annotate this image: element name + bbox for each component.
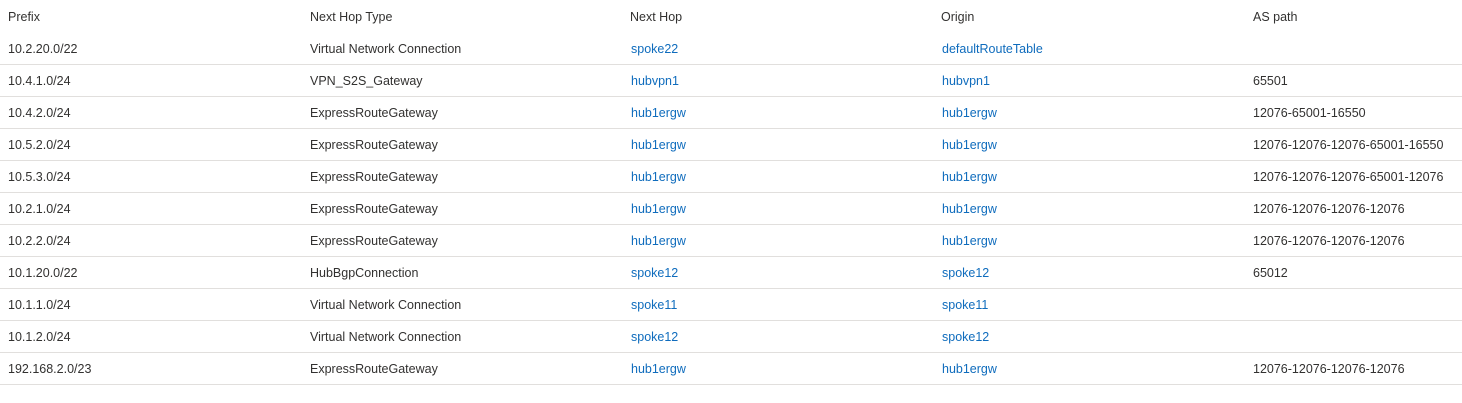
next-hop-type-cell: ExpressRouteGateway	[310, 137, 438, 152]
table-row: 192.168.2.0/23 ExpressRouteGateway hub1e…	[0, 353, 1462, 385]
prefix-cell: 10.5.2.0/24	[8, 137, 71, 152]
prefix-cell: 10.4.1.0/24	[8, 73, 71, 88]
as-path-cell: 12076-12076-12076-65001-12076	[1253, 169, 1444, 184]
as-path-cell: 12076-12076-12076-12076	[1253, 201, 1405, 216]
column-header-next-hop-type[interactable]: Next Hop Type	[310, 10, 622, 24]
table-row: 10.1.2.0/24 Virtual Network Connection s…	[0, 321, 1462, 353]
origin-link[interactable]: hub1ergw	[942, 138, 997, 152]
prefix-cell: 10.4.2.0/24	[8, 105, 71, 120]
origin-link[interactable]: spoke11	[942, 298, 988, 312]
next-hop-type-cell: Virtual Network Connection	[310, 297, 462, 312]
next-hop-link[interactable]: spoke22	[631, 42, 678, 56]
table-header-row: Prefix Next Hop Type Next Hop Origin AS …	[0, 0, 1462, 33]
origin-link[interactable]: hub1ergw	[942, 106, 997, 120]
next-hop-link[interactable]: hub1ergw	[631, 106, 686, 120]
prefix-cell: 10.1.20.0/22	[8, 265, 78, 280]
next-hop-type-cell: Virtual Network Connection	[310, 41, 462, 56]
next-hop-link[interactable]: hubvpn1	[631, 74, 679, 88]
next-hop-type-cell: ExpressRouteGateway	[310, 201, 438, 216]
next-hop-link[interactable]: spoke12	[631, 266, 678, 280]
next-hop-type-cell: Virtual Network Connection	[310, 329, 462, 344]
origin-link[interactable]: spoke12	[942, 266, 989, 280]
next-hop-link[interactable]: hub1ergw	[631, 202, 686, 216]
table-row: 10.1.1.0/24 Virtual Network Connection s…	[0, 289, 1462, 321]
origin-link[interactable]: hub1ergw	[942, 362, 997, 376]
column-header-next-hop[interactable]: Next Hop	[622, 10, 933, 24]
column-header-prefix[interactable]: Prefix	[0, 10, 310, 24]
column-header-as-path[interactable]: AS path	[1244, 10, 1462, 24]
column-header-origin[interactable]: Origin	[933, 10, 1244, 24]
prefix-cell: 10.2.20.0/22	[8, 41, 78, 56]
table-row: 10.2.2.0/24 ExpressRouteGateway hub1ergw…	[0, 225, 1462, 257]
origin-link[interactable]: defaultRouteTable	[942, 42, 1043, 56]
next-hop-type-cell: ExpressRouteGateway	[310, 361, 438, 376]
next-hop-link[interactable]: hub1ergw	[631, 138, 686, 152]
as-path-cell: 12076-12076-12076-65001-16550	[1253, 137, 1444, 152]
next-hop-link[interactable]: hub1ergw	[631, 170, 686, 184]
prefix-cell: 10.5.3.0/24	[8, 169, 71, 184]
prefix-cell: 10.1.2.0/24	[8, 329, 71, 344]
next-hop-type-cell: ExpressRouteGateway	[310, 233, 438, 248]
next-hop-type-cell: HubBgpConnection	[310, 265, 419, 280]
origin-link[interactable]: hub1ergw	[942, 234, 997, 248]
table-row: 10.2.20.0/22 Virtual Network Connection …	[0, 33, 1462, 65]
table-row: 10.5.2.0/24 ExpressRouteGateway hub1ergw…	[0, 129, 1462, 161]
as-path-cell: 65501	[1253, 73, 1288, 88]
next-hop-type-cell: ExpressRouteGateway	[310, 105, 438, 120]
table-row: 10.4.1.0/24 VPN_S2S_Gateway hubvpn1 hubv…	[0, 65, 1462, 97]
prefix-cell: 10.2.1.0/24	[8, 201, 71, 216]
as-path-cell: 12076-65001-16550	[1253, 105, 1366, 120]
as-path-cell: 12076-12076-12076-12076	[1253, 233, 1405, 248]
origin-link[interactable]: hubvpn1	[942, 74, 990, 88]
effective-routes-table: Prefix Next Hop Type Next Hop Origin AS …	[0, 0, 1462, 385]
next-hop-link[interactable]: hub1ergw	[631, 362, 686, 376]
origin-link[interactable]: hub1ergw	[942, 170, 997, 184]
prefix-cell: 10.2.2.0/24	[8, 233, 71, 248]
table-row: 10.1.20.0/22 HubBgpConnection spoke12 sp…	[0, 257, 1462, 289]
next-hop-type-cell: ExpressRouteGateway	[310, 169, 438, 184]
as-path-cell: 65012	[1253, 265, 1288, 280]
next-hop-type-cell: VPN_S2S_Gateway	[310, 73, 423, 88]
table-row: 10.4.2.0/24 ExpressRouteGateway hub1ergw…	[0, 97, 1462, 129]
as-path-cell: 12076-12076-12076-12076	[1253, 361, 1405, 376]
origin-link[interactable]: spoke12	[942, 330, 989, 344]
prefix-cell: 10.1.1.0/24	[8, 297, 71, 312]
next-hop-link[interactable]: hub1ergw	[631, 234, 686, 248]
table-row: 10.5.3.0/24 ExpressRouteGateway hub1ergw…	[0, 161, 1462, 193]
next-hop-link[interactable]: spoke12	[631, 330, 678, 344]
origin-link[interactable]: hub1ergw	[942, 202, 997, 216]
next-hop-link[interactable]: spoke11	[631, 298, 677, 312]
prefix-cell: 192.168.2.0/23	[8, 361, 92, 376]
table-row: 10.2.1.0/24 ExpressRouteGateway hub1ergw…	[0, 193, 1462, 225]
